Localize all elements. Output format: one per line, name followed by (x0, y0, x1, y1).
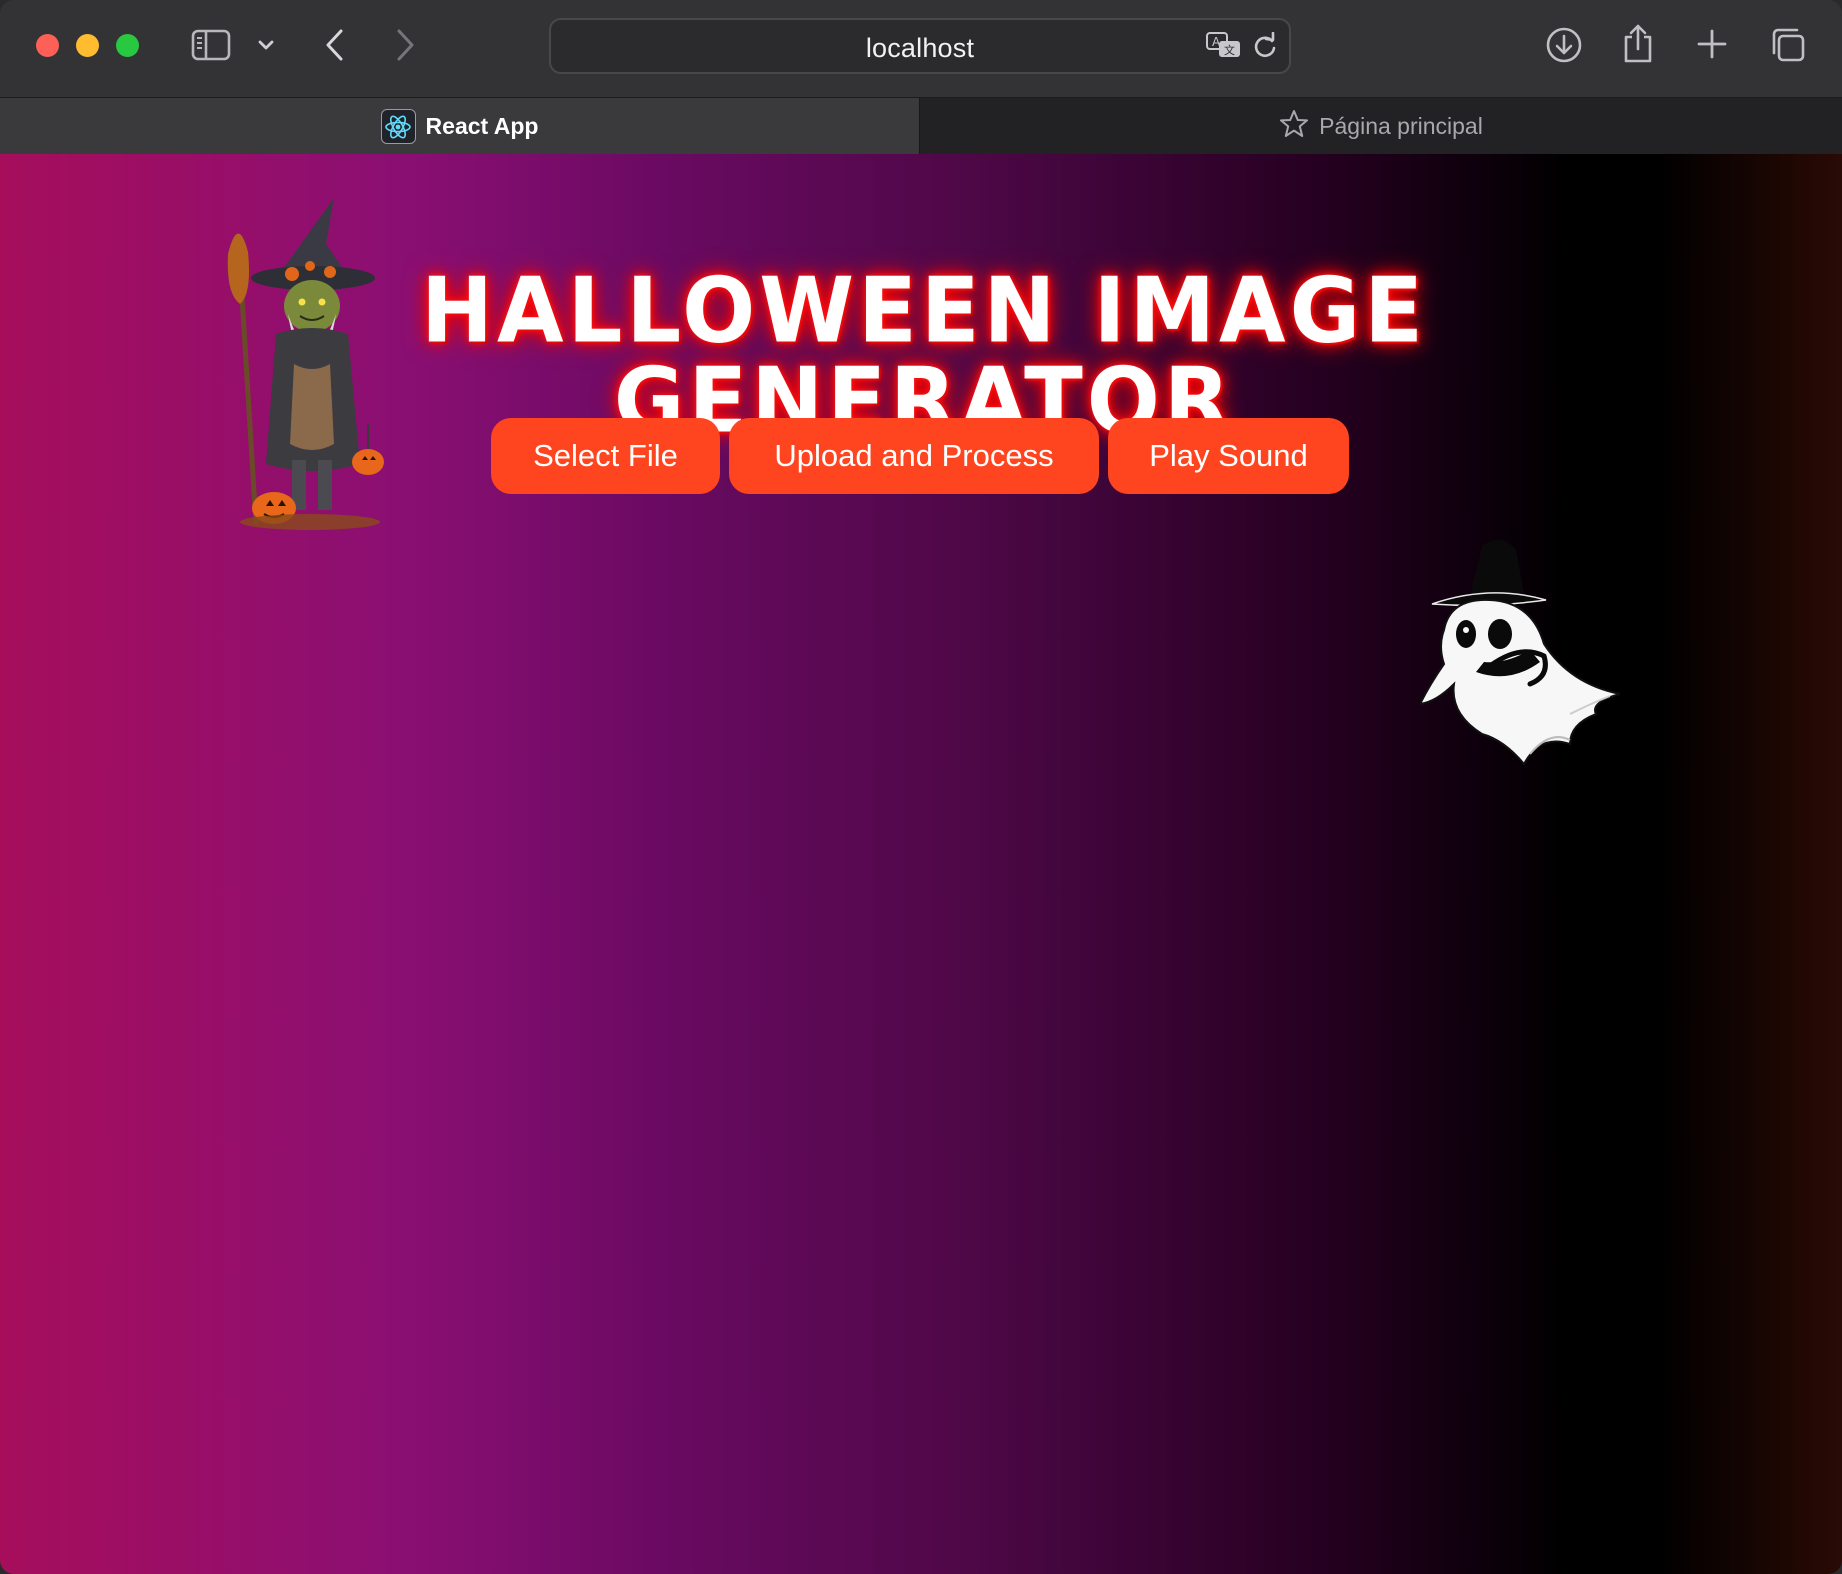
reload-icon[interactable] (1250, 30, 1280, 62)
tab-bar: React App Página principal (0, 97, 1842, 155)
svg-text:文: 文 (1224, 43, 1235, 57)
tab-label: Página principal (1319, 113, 1483, 139)
tab-pagina-principal[interactable]: Página principal (919, 98, 1842, 155)
minimize-window-button[interactable] (76, 34, 99, 57)
app-page: HALLOWEEN IMAGE GENERATOR Select File Up… (0, 154, 1842, 1574)
browser-window: localhost A文 React App Página principal … (0, 0, 1842, 1574)
close-window-button[interactable] (36, 34, 59, 57)
address-text: localhost (865, 33, 975, 63)
star-icon (1279, 109, 1309, 144)
download-icon[interactable] (1544, 25, 1584, 65)
upload-and-process-button[interactable]: Upload and Process (729, 418, 1099, 494)
react-logo-icon (380, 109, 416, 144)
back-icon[interactable] (320, 26, 350, 64)
share-icon[interactable] (1620, 22, 1656, 66)
new-tab-icon[interactable] (1694, 26, 1730, 62)
address-bar[interactable]: localhost A文 (549, 18, 1291, 74)
ghost-image (1418, 534, 1630, 774)
goblin-witch-image (218, 194, 398, 534)
zoom-window-button[interactable] (116, 34, 139, 57)
tab-overview-icon[interactable] (1768, 25, 1808, 65)
sidebar-icon[interactable] (190, 27, 232, 63)
select-file-button[interactable]: Select File (491, 418, 720, 494)
tab-label: React App (425, 113, 539, 139)
play-sound-button[interactable]: Play Sound (1108, 418, 1349, 494)
chevron-down-icon[interactable] (256, 33, 276, 57)
browser-toolbar: localhost A文 (0, 0, 1842, 97)
translate-icon[interactable]: A文 (1204, 30, 1244, 62)
tab-react-app[interactable]: React App (0, 98, 919, 155)
forward-icon[interactable] (390, 26, 420, 64)
